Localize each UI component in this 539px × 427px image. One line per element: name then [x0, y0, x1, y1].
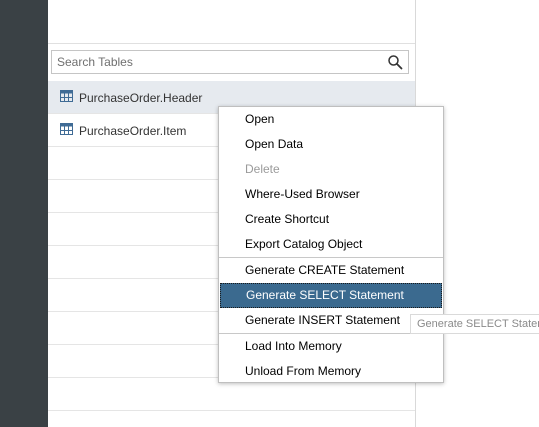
menu-item-open[interactable]: Open	[219, 107, 443, 132]
menu-item-generate-create-statement[interactable]: Generate CREATE Statement	[219, 258, 443, 283]
divider	[48, 43, 415, 44]
search-input[interactable]	[52, 51, 387, 73]
table-name: PurchaseOrder.Header	[79, 91, 203, 105]
search-icon[interactable]	[387, 54, 403, 70]
menu-item-delete: Delete	[245, 162, 280, 176]
menu-item-generate-select-statement[interactable]: Generate SELECT Statement	[220, 283, 442, 308]
menu-item-where-used-browser[interactable]: Where-Used Browser	[219, 182, 443, 207]
menu-item-export-catalog-object[interactable]: Export Catalog Object	[219, 232, 443, 257]
table-icon	[60, 90, 73, 102]
table-name: PurchaseOrder.Item	[79, 124, 187, 138]
search-box	[51, 50, 409, 74]
tooltip: Generate SELECT Statement	[410, 314, 539, 334]
menu-item-open-data[interactable]: Open Data	[219, 132, 443, 157]
menu-item-create-shortcut[interactable]: Create Shortcut	[219, 207, 443, 232]
menu-item-unload-from-memory[interactable]: Unload From Memory	[219, 359, 443, 384]
menu-item-load-into-memory[interactable]: Load Into Memory	[219, 334, 443, 359]
context-menu: Open Open Data Delete Where-Used Browser…	[218, 106, 444, 383]
table-icon	[60, 123, 73, 135]
left-rail	[0, 0, 48, 427]
